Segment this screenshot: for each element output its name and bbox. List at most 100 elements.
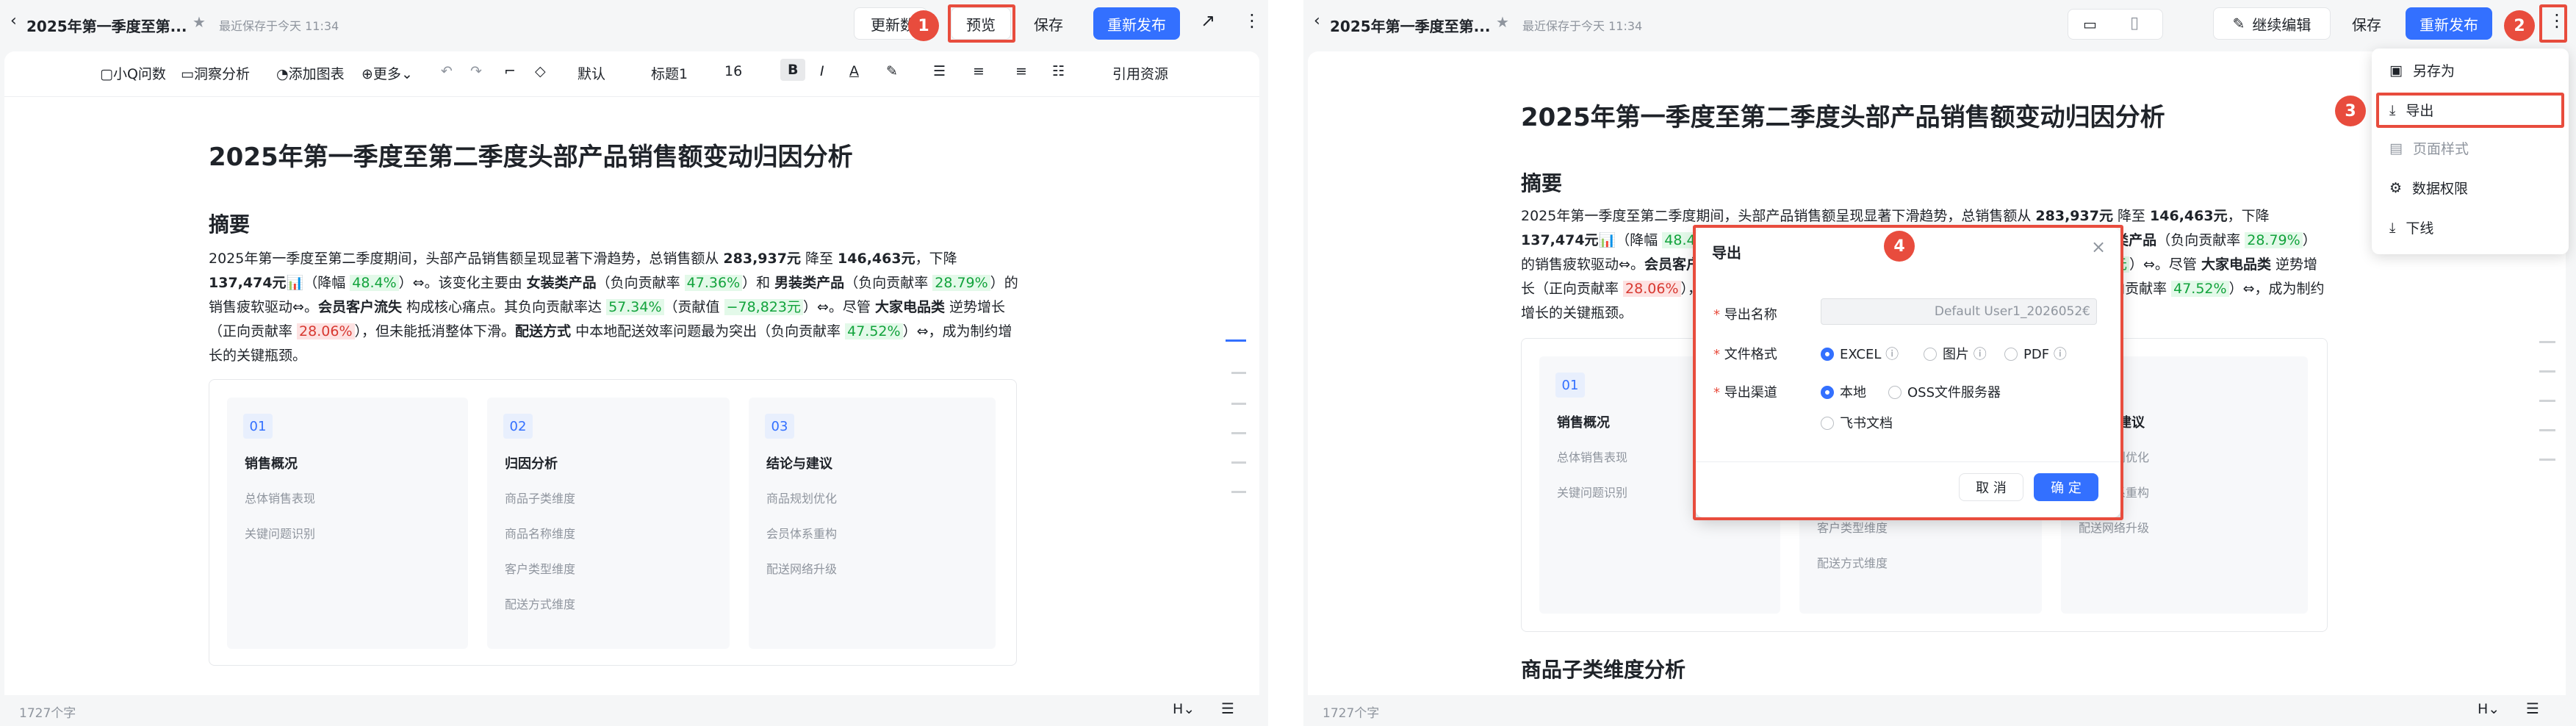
doc-title[interactable]: 2025年第一季度至第... xyxy=(1330,15,1490,36)
more-vertical-icon[interactable]: ⋮ xyxy=(1243,10,1261,31)
menu-item-save-as[interactable]: ▣ 另存为 xyxy=(2389,60,2455,80)
chart-icon[interactable]: 📊 xyxy=(1599,232,1616,248)
outline-minimap-line[interactable] xyxy=(2539,400,2555,402)
outline-toggle-icon[interactable]: ☰ xyxy=(2526,700,2539,717)
heading-nav-icon[interactable]: H⌄ xyxy=(1173,701,1195,717)
card-item: 总体销售表现 xyxy=(1557,450,1628,464)
continue-edit-button[interactable]: ✎ 继续编辑 xyxy=(2213,7,2331,40)
card-item: 关键问题识别 xyxy=(245,527,316,541)
undo-icon[interactable]: ↶ xyxy=(441,63,453,79)
outline-minimap-line[interactable] xyxy=(2539,429,2555,431)
more-button[interactable]: ⊕更多⌄ xyxy=(361,63,413,83)
format-painter-icon[interactable]: ⌐ xyxy=(504,63,516,79)
menu-item-page-style[interactable]: ▤ 页面样式 xyxy=(2389,138,2469,158)
bold-icon[interactable]: B xyxy=(780,59,806,81)
republish-button[interactable]: 重新发布 xyxy=(2406,7,2492,40)
insight-button[interactable]: ▭洞察分析 xyxy=(181,63,250,83)
chart-icon[interactable]: 📊 xyxy=(287,275,304,291)
card-item: 商品名称维度 xyxy=(505,527,576,541)
star-icon[interactable]: ★ xyxy=(1496,13,1509,31)
permission-icon: ⚙ xyxy=(2389,179,2403,196)
ask-data-button[interactable]: ▢小Q问数 xyxy=(100,63,166,83)
export-highlight xyxy=(2376,93,2564,128)
bullet-list-icon[interactable]: ☰ xyxy=(933,63,946,79)
mobile-icon[interactable]: ▯ xyxy=(2130,14,2139,32)
page-style-icon: ▤ xyxy=(2389,140,2403,157)
editor-area: ▢小Q问数 ▭洞察分析 ◔添加图表 ⊕更多⌄ ↶ ↷ ⌐ ◇ 默认 标题1 16… xyxy=(4,51,1259,695)
redo-icon[interactable]: ↷ xyxy=(470,63,482,79)
doc-heading: 2025年第一季度至第二季度头部产品销售额变动归因分析 xyxy=(1521,103,2165,132)
link-icon[interactable]: ⇔ xyxy=(2143,256,2155,273)
menu-item-data-permission[interactable]: ⚙ 数据权限 xyxy=(2389,178,2468,198)
card-title: 销售概况 xyxy=(245,456,298,472)
italic-icon[interactable]: I xyxy=(820,63,824,79)
save-button[interactable]: 保存 xyxy=(1018,7,1079,40)
status-bar: 1727个字 H⌄ ☰ xyxy=(1303,695,2576,726)
numbered-list-icon[interactable]: ≡ xyxy=(973,63,985,79)
outline-card[interactable]: 03 结论与建议 商品规划优化 会员体系重构 配送网络升级 xyxy=(749,398,996,649)
device-switch: ▭ ▯ xyxy=(2068,9,2163,40)
menu-item-offline[interactable]: ⤓ 下线 xyxy=(2389,218,2433,237)
font-size-select[interactable]: 16 xyxy=(724,63,742,79)
word-count: 1727个字 xyxy=(1323,706,1380,721)
card-item: 关键问题识别 xyxy=(1557,486,1628,500)
chart-icon: ◔ xyxy=(276,66,289,82)
republish-button[interactable]: 重新发布 xyxy=(1093,7,1180,40)
share-icon[interactable]: ↗ xyxy=(1201,10,1215,31)
card-number: 02 xyxy=(503,414,533,439)
link-icon[interactable]: ⇔ xyxy=(2243,281,2255,297)
plus-icon: ⊕ xyxy=(361,66,373,82)
card-number: 01 xyxy=(243,414,273,439)
card-item: 配送方式维度 xyxy=(1817,556,1888,570)
outline-card[interactable]: 01 销售概况 总体销售表现 关键问题识别 xyxy=(227,398,468,649)
outline-card[interactable]: 02 归因分析 商品子类维度 商品名称维度 客户类型维度 配送方式维度 xyxy=(487,398,730,649)
save-as-icon: ▣ xyxy=(2389,62,2403,79)
outline-minimap-line[interactable] xyxy=(1231,432,1246,434)
link-icon[interactable]: ⇔ xyxy=(817,299,829,315)
back-icon[interactable]: ‹ xyxy=(10,12,17,30)
heading-select[interactable]: 标题1 xyxy=(651,63,688,83)
back-icon[interactable]: ‹ xyxy=(1314,12,1320,30)
outline-minimap-line[interactable] xyxy=(2539,370,2555,373)
cite-resource-button[interactable]: 引用资源 xyxy=(1112,63,1168,83)
step-badge-4: 4 xyxy=(1884,231,1915,262)
line-spacing-icon[interactable]: ☷ xyxy=(1052,63,1065,79)
desktop-icon[interactable]: ▭ xyxy=(2083,15,2097,33)
link-icon[interactable]: ⇔ xyxy=(292,299,304,315)
edit-icon: ✎ xyxy=(2232,15,2245,32)
word-count: 1727个字 xyxy=(19,706,76,721)
save-status: 最近保存于今天 11:34 xyxy=(1522,19,1643,33)
outline-minimap-line[interactable] xyxy=(1231,461,1246,464)
outline-minimap-line[interactable] xyxy=(1231,372,1246,374)
card-item: 商品子类维度 xyxy=(505,492,576,506)
doc-title[interactable]: 2025年第一季度至第... xyxy=(26,15,187,36)
font-color-icon[interactable]: A xyxy=(849,63,859,79)
card-number: 03 xyxy=(765,414,794,439)
font-select[interactable]: 默认 xyxy=(578,63,605,83)
left-panel: ‹ 2025年第一季度至第... ★ 最近保存于今天 11:34 更新数 预览 … xyxy=(0,0,1268,726)
card-item: 客户类型维度 xyxy=(1817,521,1888,535)
save-button[interactable]: 保存 xyxy=(2336,7,2397,40)
link-icon[interactable]: ⇔ xyxy=(413,275,425,291)
outline-minimap-active[interactable] xyxy=(1226,339,1246,342)
heading-nav-icon[interactable]: H⌄ xyxy=(2478,701,2500,717)
card-number: 01 xyxy=(1555,373,1585,398)
format-toolbar: ▢小Q问数 ▭洞察分析 ◔添加图表 ⊕更多⌄ ↶ ↷ ⌐ ◇ 默认 标题1 16… xyxy=(4,51,1259,97)
link-icon[interactable]: ⇔ xyxy=(917,323,929,339)
outline-minimap-line[interactable] xyxy=(2539,341,2555,343)
highlight-icon[interactable]: ✎ xyxy=(886,63,898,79)
outline-minimap-line[interactable] xyxy=(1231,403,1246,405)
add-chart-button[interactable]: ◔添加图表 xyxy=(276,63,345,83)
link-icon[interactable]: ⇔ xyxy=(1619,256,1630,273)
section-heading: 商品子类维度分析 xyxy=(1521,658,1686,682)
step-badge-3: 3 xyxy=(2335,96,2366,126)
outline-toggle-icon[interactable]: ☰ xyxy=(1221,700,1234,717)
offline-icon: ⤓ xyxy=(2389,219,2396,236)
align-icon[interactable]: ≡ xyxy=(1015,63,1027,79)
clear-format-icon[interactable]: ◇ xyxy=(535,63,546,79)
summary-paragraph: 2025年第一季度至第二季度期间，头部产品销售额呈现显著下滑趋势，总销售额从 2… xyxy=(209,251,1018,364)
outline-minimap-line[interactable] xyxy=(1231,491,1246,493)
outline-minimap-line[interactable] xyxy=(2539,459,2555,461)
save-status: 最近保存于今天 11:34 xyxy=(219,19,339,33)
star-icon[interactable]: ★ xyxy=(193,13,206,31)
